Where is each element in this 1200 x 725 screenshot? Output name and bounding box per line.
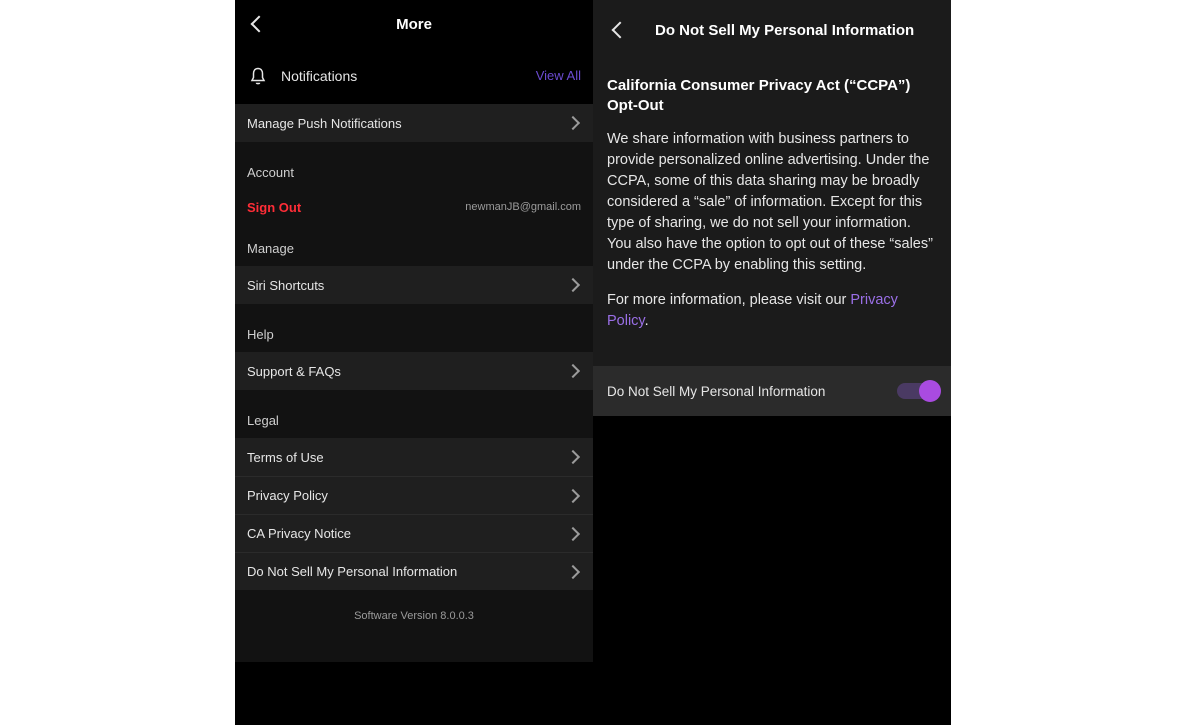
- header: More: [235, 0, 593, 48]
- terms-of-use-label: Terms of Use: [247, 450, 565, 465]
- view-all-link[interactable]: View All: [536, 68, 581, 83]
- more-screen: More Notifications View All Manage Push …: [235, 0, 593, 725]
- more-info-prefix: For more information, please visit our: [607, 292, 850, 308]
- chevron-right-icon: [565, 529, 581, 539]
- section-manage: Manage: [235, 224, 593, 266]
- section-legal: Legal: [235, 390, 593, 438]
- chevron-right-icon: [565, 366, 581, 376]
- account-email: newmanJB@gmail.com: [301, 201, 581, 213]
- content: California Consumer Privacy Act (“CCPA”)…: [593, 60, 951, 366]
- ca-privacy-label: CA Privacy Notice: [247, 526, 565, 541]
- privacy-policy-row[interactable]: Privacy Policy: [235, 476, 593, 514]
- manage-push-label: Manage Push Notifications: [247, 116, 565, 131]
- privacy-policy-label: Privacy Policy: [247, 488, 565, 503]
- chevron-right-icon: [565, 280, 581, 290]
- ca-privacy-row[interactable]: CA Privacy Notice: [235, 514, 593, 552]
- dnsmpi-label: Do Not Sell My Personal Information: [247, 564, 565, 579]
- dnsmpi-toggle-label: Do Not Sell My Personal Information: [607, 384, 897, 399]
- back-button[interactable]: [607, 17, 633, 43]
- more-info-period: .: [645, 313, 649, 329]
- siri-shortcuts-label: Siri Shortcuts: [247, 278, 565, 293]
- dnsmpi-screen: Do Not Sell My Personal Information Cali…: [593, 0, 951, 725]
- sign-out-row: Sign Out newmanJB@gmail.com: [235, 190, 593, 224]
- notifications-row[interactable]: Notifications View All: [235, 48, 593, 104]
- page-title: Do Not Sell My Personal Information: [655, 22, 914, 39]
- toggle-knob: [919, 380, 941, 402]
- ccpa-heading: California Consumer Privacy Act (“CCPA”)…: [607, 76, 937, 115]
- siri-shortcuts-row[interactable]: Siri Shortcuts: [235, 266, 593, 304]
- chevron-right-icon: [565, 452, 581, 462]
- dnsmpi-row[interactable]: Do Not Sell My Personal Information: [235, 552, 593, 590]
- section-help: Help: [235, 304, 593, 352]
- chevron-left-icon: [253, 18, 265, 30]
- terms-of-use-row[interactable]: Terms of Use: [235, 438, 593, 476]
- dnsmpi-toggle-row: Do Not Sell My Personal Information: [593, 366, 951, 416]
- support-faqs-row[interactable]: Support & FAQs: [235, 352, 593, 390]
- dnsmpi-toggle[interactable]: [897, 383, 937, 399]
- ccpa-body: We share information with business partn…: [607, 129, 937, 276]
- chevron-left-icon: [614, 24, 626, 36]
- bell-icon: [247, 65, 269, 87]
- back-button[interactable]: [245, 10, 273, 38]
- chevron-right-icon: [565, 491, 581, 501]
- page-title: More: [396, 16, 432, 33]
- header: Do Not Sell My Personal Information: [593, 0, 951, 60]
- support-faqs-label: Support & FAQs: [247, 364, 565, 379]
- more-info: For more information, please visit our P…: [607, 290, 937, 332]
- chevron-right-icon: [565, 118, 581, 128]
- section-account: Account: [235, 142, 593, 190]
- software-version: Software Version 8.0.0.3: [235, 590, 593, 662]
- notifications-label: Notifications: [281, 68, 536, 84]
- sign-out-button[interactable]: Sign Out: [247, 200, 301, 215]
- manage-push-row[interactable]: Manage Push Notifications: [235, 104, 593, 142]
- chevron-right-icon: [565, 567, 581, 577]
